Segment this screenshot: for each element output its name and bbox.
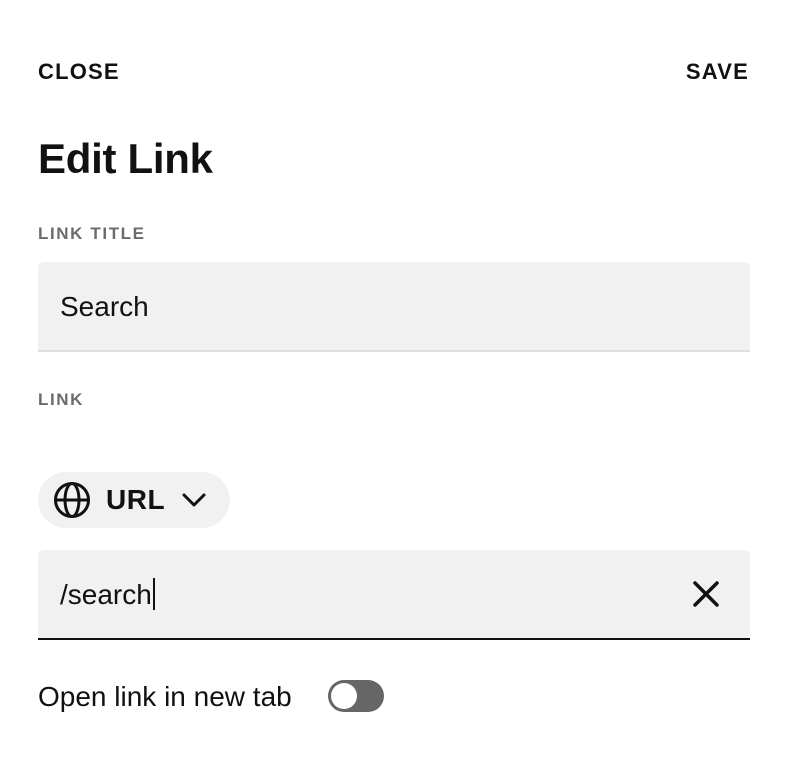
chevron-down-icon <box>182 493 206 507</box>
open-in-new-tab-label: Open link in new tab <box>38 681 292 712</box>
text-caret <box>152 578 155 610</box>
close-icon[interactable] <box>690 578 722 610</box>
link-title-label: LINK TITLE <box>38 224 146 243</box>
link-type-selected: URL <box>106 484 166 515</box>
link-title-value: Search <box>60 291 149 322</box>
save-button[interactable]: SAVE <box>686 58 749 86</box>
edit-link-panel: CLOSE SAVE Edit Link LINK TITLE Search L… <box>0 0 788 778</box>
link-url-value: /search <box>60 578 155 612</box>
link-label: LINK <box>38 390 85 409</box>
link-type-dropdown[interactable]: URL <box>38 472 230 528</box>
link-title-input[interactable]: Search <box>38 262 750 352</box>
open-in-new-tab-row: Open link in new tab <box>38 678 398 714</box>
open-in-new-tab-toggle[interactable] <box>328 680 384 712</box>
toggle-knob <box>331 683 357 709</box>
link-url-input[interactable]: /search <box>38 550 750 640</box>
close-button[interactable]: CLOSE <box>38 58 120 86</box>
link-url-text: /search <box>60 579 152 610</box>
globe-icon <box>54 482 90 518</box>
page-title: Edit Link <box>38 135 213 182</box>
